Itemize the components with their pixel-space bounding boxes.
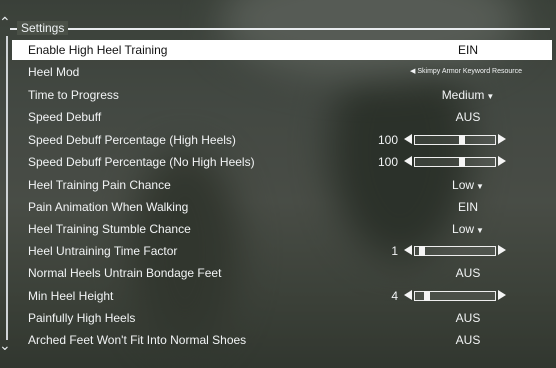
arrow-left-icon[interactable] xyxy=(404,134,412,144)
setting-row-arched-feet-wont-fit[interactable]: Arched Feet Won't Fit Into Normal Shoes … xyxy=(12,330,552,350)
setting-row-min-heel-height[interactable]: Min Heel Height 4 xyxy=(12,286,552,306)
setting-value: EIN xyxy=(457,43,478,57)
setting-slider[interactable]: 100 xyxy=(378,155,516,169)
setting-row-heel-mod[interactable]: Heel Mod ◀ Skimpy Armor Keyword Resource xyxy=(12,62,552,82)
arrow-left-icon[interactable]: ◀ xyxy=(410,68,415,75)
setting-label: Enable High Heel Training xyxy=(28,43,168,57)
arrow-left-icon[interactable] xyxy=(404,156,412,166)
setting-row-time-to-progress[interactable]: Time to Progress Medium ▼ xyxy=(12,85,552,105)
slider-thumb[interactable] xyxy=(419,246,425,256)
setting-value: AUS xyxy=(455,266,481,280)
panel-top-border xyxy=(10,28,550,30)
slider-track[interactable] xyxy=(414,157,496,167)
setting-value: AUS xyxy=(455,333,481,347)
slider-track[interactable] xyxy=(414,135,496,145)
setting-value: AUS xyxy=(455,311,481,325)
setting-row-speed-debuff[interactable]: Speed Debuff AUS xyxy=(12,107,552,127)
arrow-left-icon[interactable] xyxy=(404,290,412,300)
slider-track[interactable] xyxy=(414,246,496,256)
arrow-right-icon[interactable] xyxy=(498,134,506,144)
arrow-right-icon[interactable] xyxy=(498,290,506,300)
setting-label: Arched Feet Won't Fit Into Normal Shoes xyxy=(28,333,247,347)
setting-value: Medium xyxy=(441,88,485,102)
setting-slider[interactable]: 4 xyxy=(391,289,516,303)
arrow-right-icon[interactable] xyxy=(498,245,506,255)
setting-row-speed-debuff-high-heels[interactable]: Speed Debuff Percentage (High Heels) 100 xyxy=(12,130,552,150)
setting-dropdown[interactable]: Low ▼ xyxy=(402,175,534,197)
setting-label: Speed Debuff xyxy=(28,110,102,124)
setting-value: Skimpy Armor Keyword Resource xyxy=(417,68,522,75)
setting-row-heel-untraining-time-factor[interactable]: Heel Untraining Time Factor 1 xyxy=(12,241,552,261)
setting-row-heel-training-pain-chance[interactable]: Heel Training Pain Chance Low ▼ xyxy=(12,175,552,195)
arrow-right-icon[interactable] xyxy=(498,156,506,166)
setting-label: Min Heel Height xyxy=(28,289,114,303)
slider-value: 4 xyxy=(391,289,398,303)
setting-row-painfully-high-heels[interactable]: Painfully High Heels AUS xyxy=(12,308,552,328)
setting-label: Normal Heels Untrain Bondage Feet xyxy=(28,266,222,280)
panel-title: Settings xyxy=(17,21,69,35)
slider-track[interactable] xyxy=(414,291,496,301)
setting-label: Speed Debuff Percentage (High Heels) xyxy=(28,133,236,147)
caret-down-icon: ▼ xyxy=(486,92,495,101)
slider-value: 1 xyxy=(391,244,398,258)
setting-row-normal-heels-untrain-bondage-feet[interactable]: Normal Heels Untrain Bondage Feet AUS xyxy=(12,263,552,283)
slider-value: 100 xyxy=(377,133,398,147)
slider-value: 100 xyxy=(377,155,398,169)
setting-label: Heel Training Pain Chance xyxy=(28,178,171,192)
slider-thumb[interactable] xyxy=(459,157,465,167)
slider-thumb[interactable] xyxy=(459,135,465,145)
setting-dropdown[interactable]: Medium ▼ xyxy=(402,85,534,107)
setting-value: Low xyxy=(452,222,475,236)
scroll-up-icon[interactable]: ⌃ xyxy=(0,15,11,29)
setting-label: Heel Untraining Time Factor xyxy=(28,244,178,258)
setting-value-selector[interactable]: ◀ Skimpy Armor Keyword Resource xyxy=(410,62,550,82)
setting-row-speed-debuff-no-high-heels[interactable]: Speed Debuff Percentage (No High Heels) … xyxy=(12,152,552,172)
setting-label: Painfully High Heels xyxy=(28,311,136,325)
setting-value: EIN xyxy=(457,200,478,214)
setting-slider[interactable]: 100 xyxy=(378,133,516,147)
setting-label: Speed Debuff Percentage (No High Heels) xyxy=(28,155,255,169)
setting-row-enable-high-heel-training[interactable]: Enable High Heel Training EIN xyxy=(12,40,552,60)
setting-slider[interactable]: 1 xyxy=(391,244,516,258)
setting-label: Time to Progress xyxy=(28,88,119,102)
setting-label: Heel Training Stumble Chance xyxy=(28,222,191,236)
arrow-left-icon[interactable] xyxy=(404,245,412,255)
setting-dropdown[interactable]: Low ▼ xyxy=(402,219,534,241)
setting-value: AUS xyxy=(455,110,481,124)
setting-label: Heel Mod xyxy=(28,65,80,79)
setting-row-heel-training-stumble-chance[interactable]: Heel Training Stumble Chance Low ▼ xyxy=(12,219,552,239)
caret-down-icon: ▼ xyxy=(476,226,484,235)
caret-down-icon: ▼ xyxy=(476,182,484,191)
panel-left-border xyxy=(6,36,8,340)
setting-label: Pain Animation When Walking xyxy=(28,200,189,214)
slider-thumb[interactable] xyxy=(424,291,430,301)
setting-row-pain-animation-when-walking[interactable]: Pain Animation When Walking EIN xyxy=(12,197,552,217)
scroll-down-icon[interactable]: ⌄ xyxy=(0,338,11,352)
setting-value: Low xyxy=(452,178,475,192)
